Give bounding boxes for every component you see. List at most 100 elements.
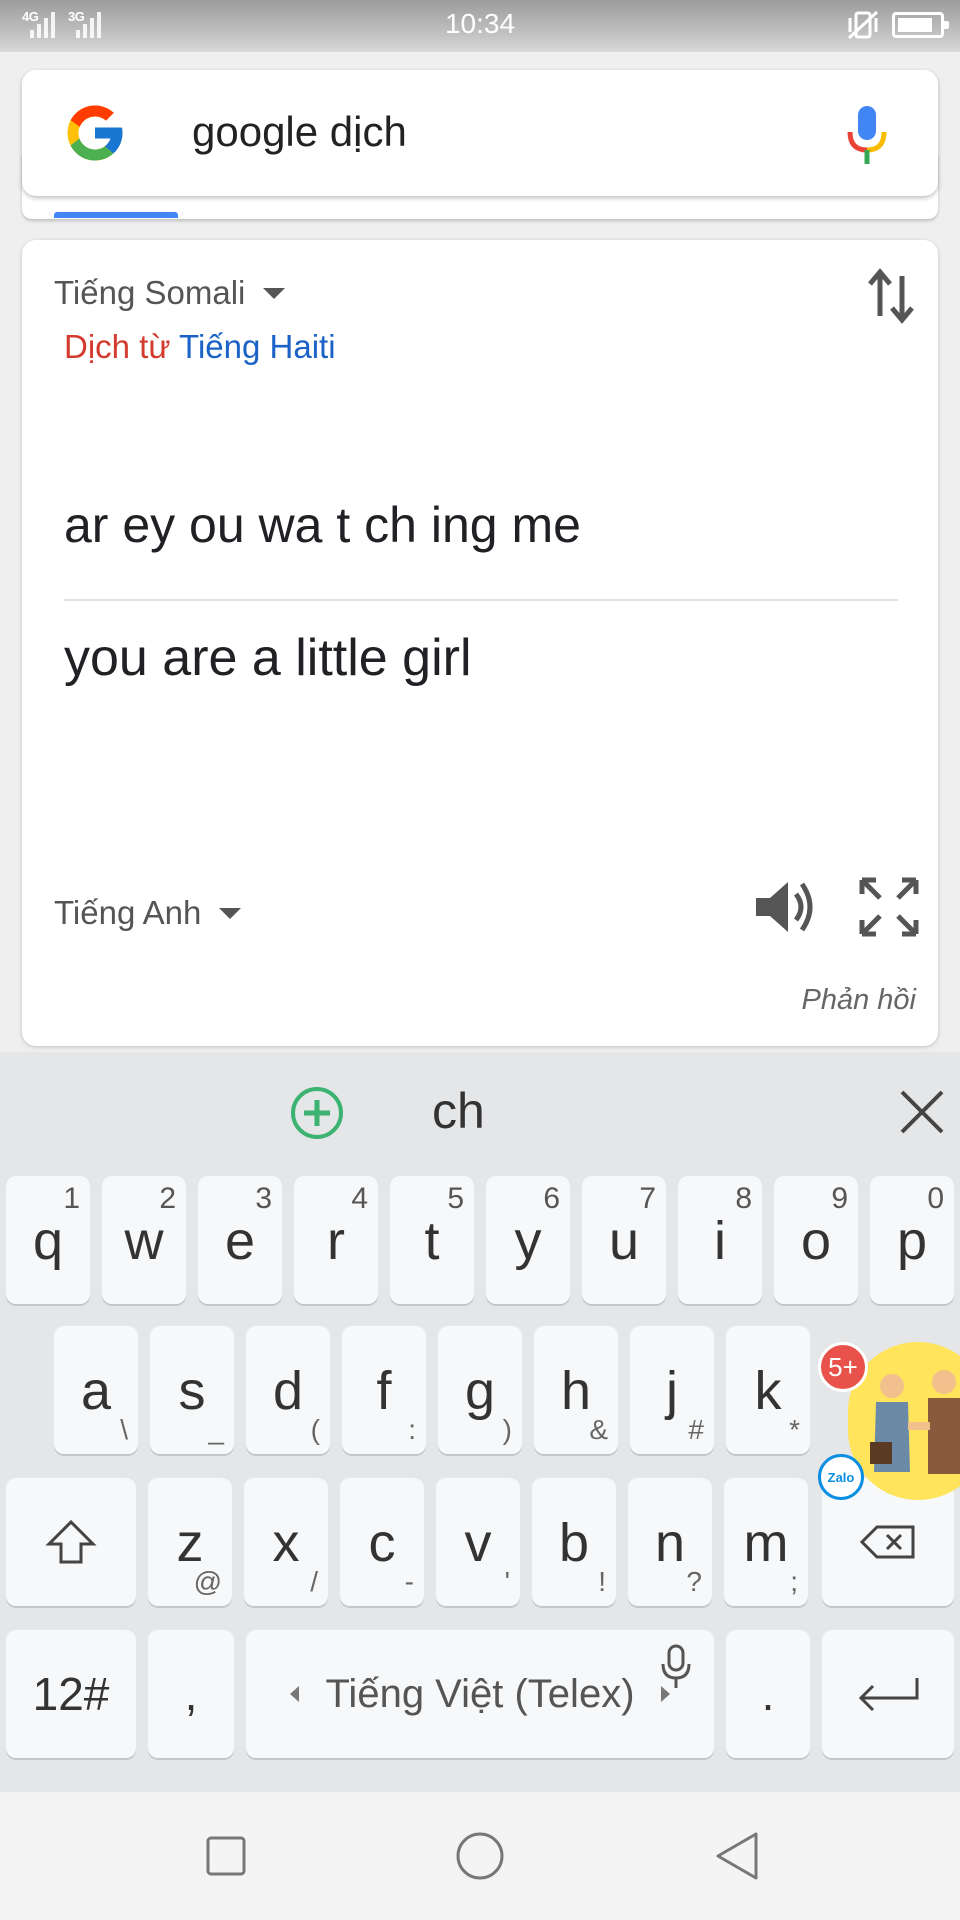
zalo-logo-icon: Zalo — [818, 1454, 864, 1500]
key-u[interactable]: u7 — [582, 1176, 666, 1304]
key-label: m — [743, 1513, 789, 1573]
key-secondary: ? — [686, 1566, 702, 1597]
key-label: t — [424, 1211, 440, 1271]
close-icon[interactable] — [896, 1086, 948, 1138]
fullscreen-icon[interactable] — [858, 876, 920, 938]
key-secondary: @ — [193, 1566, 222, 1597]
key-v[interactable]: v ' — [436, 1478, 520, 1606]
key-i[interactable]: i8 — [678, 1176, 762, 1304]
comma-key[interactable]: , — [148, 1630, 234, 1758]
key-label: w — [124, 1211, 164, 1271]
search-bar[interactable]: google dịch — [22, 70, 938, 196]
key-o[interactable]: o9 — [774, 1176, 858, 1304]
detected-prefix: Dịch từ — [64, 328, 171, 365]
battery-icon — [892, 12, 949, 38]
key-d[interactable]: d( — [246, 1326, 330, 1454]
key-label: n — [654, 1513, 686, 1573]
key-label: q — [32, 1211, 64, 1271]
keyboard: ch q1w2e3r4t5y6u7i8o9p0 a \ s _ d(f: g) h & j # k *… — [0, 1052, 960, 1792]
key-label: a — [80, 1361, 112, 1421]
key-z[interactable]: z @ — [148, 1478, 232, 1606]
key-label: p — [896, 1211, 928, 1271]
key-b[interactable]: b! — [532, 1478, 616, 1606]
key-hint: 3 — [255, 1182, 272, 1215]
symbols-key[interactable]: 12# — [6, 1630, 136, 1758]
source-text[interactable]: ar ey ou wa t ch ing me — [64, 496, 581, 554]
key-hint: 6 — [543, 1182, 560, 1215]
unread-badge: 5+ — [818, 1342, 868, 1392]
key-secondary: * — [789, 1414, 800, 1445]
key-label: u — [608, 1211, 640, 1271]
detected-language[interactable]: Tiếng Haiti — [179, 328, 336, 365]
voice-input-icon[interactable] — [658, 1644, 694, 1690]
key-secondary: / — [310, 1566, 318, 1597]
suggestion-bar: ch — [0, 1052, 960, 1172]
key-label: j — [666, 1361, 678, 1421]
key-secondary: ( — [310, 1414, 320, 1445]
key-k[interactable]: k * — [726, 1326, 810, 1454]
key-s[interactable]: s _ — [150, 1326, 234, 1454]
key-g[interactable]: g) — [438, 1326, 522, 1454]
source-language-label: Tiếng Somali — [54, 274, 246, 311]
recents-icon[interactable] — [196, 1826, 256, 1886]
key-hint: 8 — [735, 1182, 752, 1215]
key-secondary: # — [688, 1414, 704, 1445]
enter-key[interactable] — [822, 1630, 954, 1758]
space-key-label: Tiếng Việt (Telex) — [325, 1671, 635, 1716]
search-query[interactable]: google dịch — [192, 108, 407, 156]
period-key[interactable]: . — [726, 1630, 810, 1758]
key-label: k — [754, 1361, 782, 1421]
key-label: d — [272, 1361, 304, 1421]
key-a[interactable]: a \ — [54, 1326, 138, 1454]
status-time: 10:34 — [444, 8, 516, 39]
key-j[interactable]: j # — [630, 1326, 714, 1454]
swap-languages-icon[interactable] — [864, 266, 918, 326]
key-label: s — [178, 1361, 206, 1421]
key-n[interactable]: n? — [628, 1478, 712, 1606]
google-g-logo — [67, 105, 123, 161]
period-key-label: . — [761, 1668, 775, 1720]
feedback-link[interactable]: Phản hồi — [802, 984, 917, 1017]
shift-key[interactable] — [6, 1478, 136, 1606]
shift-icon — [45, 1519, 97, 1564]
speaker-icon[interactable] — [750, 874, 816, 940]
key-q[interactable]: q1 — [6, 1176, 90, 1304]
key-label: r — [327, 1211, 345, 1271]
key-h[interactable]: h & — [534, 1326, 618, 1454]
key-m[interactable]: m; — [724, 1478, 808, 1606]
key-secondary: ' — [504, 1566, 510, 1597]
key-x[interactable]: x / — [244, 1478, 328, 1606]
key-secondary: & — [589, 1414, 608, 1445]
translate-card: Tiếng Somali Dịch từ Tiếng Haiti ar ey o… — [22, 240, 938, 1046]
target-language-select[interactable]: Tiếng Anh — [54, 894, 242, 932]
zalo-chat-bubble[interactable]: 5+ Zalo — [818, 1342, 960, 1500]
key-hint: 0 — [927, 1182, 944, 1215]
backspace-icon — [859, 1525, 915, 1559]
key-e[interactable]: e3 — [198, 1176, 282, 1304]
key-p[interactable]: p0 — [870, 1176, 954, 1304]
detected-language-link[interactable]: Dịch từ Tiếng Haiti — [64, 328, 336, 366]
home-icon[interactable] — [450, 1826, 510, 1886]
suggestion-word[interactable]: ch — [432, 1082, 485, 1140]
back-icon[interactable] — [708, 1826, 768, 1886]
key-hint: 4 — [351, 1182, 368, 1215]
tab-indicator — [54, 212, 178, 218]
key-y[interactable]: y6 — [486, 1176, 570, 1304]
mic-icon[interactable] — [842, 104, 892, 168]
key-hint: 9 — [831, 1182, 848, 1215]
key-w[interactable]: w2 — [102, 1176, 186, 1304]
navigation-bar — [0, 1792, 960, 1920]
space-key[interactable]: Tiếng Việt (Telex) — [246, 1630, 714, 1758]
key-r[interactable]: r4 — [294, 1176, 378, 1304]
key-t[interactable]: t5 — [390, 1176, 474, 1304]
key-hint: 2 — [159, 1182, 176, 1215]
target-language-label: Tiếng Anh — [54, 894, 202, 931]
key-c[interactable]: c- — [340, 1478, 424, 1606]
key-label: o — [800, 1211, 832, 1271]
key-hint: 1 — [63, 1182, 80, 1215]
add-word-icon[interactable] — [290, 1086, 344, 1140]
source-language-select[interactable]: Tiếng Somali — [54, 274, 286, 312]
key-label: e — [224, 1211, 256, 1271]
key-f[interactable]: f: — [342, 1326, 426, 1454]
key-secondary: : — [408, 1414, 416, 1445]
